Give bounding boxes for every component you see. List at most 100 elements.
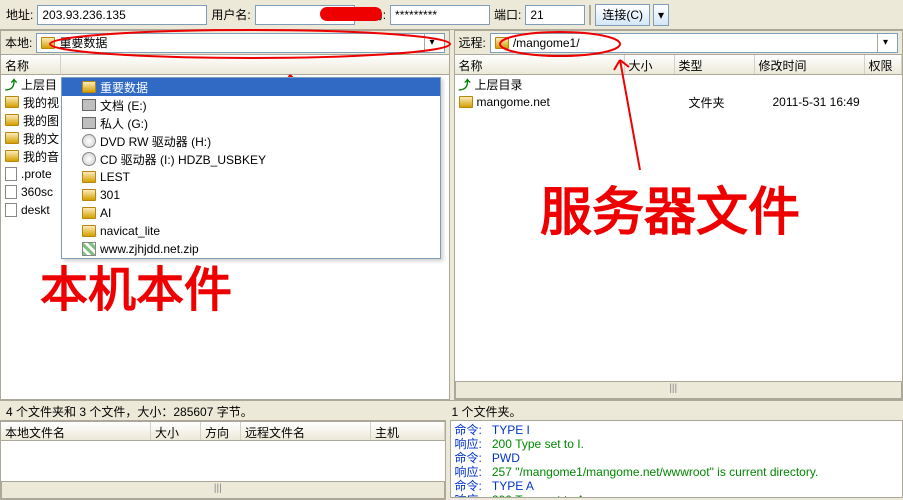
item-label: deskt: [21, 203, 50, 217]
queue-col-dir[interactable]: 方向: [201, 422, 241, 440]
remote-list[interactable]: ⤴ 上层目录 mangome.net 文件夹 2011-5-31 16:49: [455, 75, 903, 381]
remote-panel: 远程: /mangome1/ 名称 大小 类型 修改时间 权限 ⤴ 上层目录 m…: [454, 30, 903, 400]
file-icon: [5, 167, 17, 181]
queue-col-host[interactable]: 主机: [371, 422, 445, 440]
log-line: 响应: 200 Type set to A.: [455, 493, 899, 498]
local-path-dropdown[interactable]: 重要数据文档 (E:)私人 (G:)DVD RW 驱动器 (H:)CD 驱动器 …: [61, 77, 441, 259]
item-label: 文档 (E:): [100, 97, 147, 114]
toolbar-divider: [589, 5, 591, 25]
folder-icon: [495, 37, 509, 49]
dropdown-item[interactable]: LEST: [62, 168, 440, 186]
folder-icon: [82, 225, 96, 237]
local-list-header: 名称: [1, 55, 449, 75]
dropdown-item[interactable]: AI: [62, 204, 440, 222]
item-label: 301: [100, 188, 120, 202]
drive-icon: [82, 99, 96, 111]
folder-icon: [459, 96, 473, 108]
folder-icon: [82, 81, 96, 93]
folder-icon: [5, 132, 19, 144]
dropdown-item[interactable]: DVD RW 驱动器 (H:): [62, 132, 440, 150]
list-item[interactable]: mangome.net 文件夹 2011-5-31 16:49: [455, 93, 903, 111]
remote-list-header: 名称 大小 类型 修改时间 权限: [455, 55, 903, 75]
log-line: 响应: 257 "/mangome1/mangome.net/wwwroot" …: [455, 465, 899, 479]
transfer-queue: 本地文件名 大小 方向 远程文件名 主机: [0, 420, 446, 500]
dropdown-item[interactable]: CD 驱动器 (I:) HDZB_USBKEY: [62, 150, 440, 168]
folder-icon: [5, 114, 19, 126]
item-label: AI: [100, 206, 111, 220]
col-perm[interactable]: 权限: [865, 55, 903, 74]
status-bar: 4 个文件夹和 3 个文件，大小：285607 字节。 1 个文件夹。: [0, 400, 903, 420]
list-item[interactable]: ⤴ 上层目录: [455, 75, 903, 93]
dropdown-item[interactable]: www.zjhjdd.net.zip: [62, 240, 440, 258]
connection-toolbar: 地址: 用户名: 密码: 端口: 连接(C) ▾: [0, 0, 903, 30]
ftp-log[interactable]: 命令: TYPE I响应: 200 Type set to I.命令: PWD响…: [450, 420, 903, 498]
main-split: 本地: 重要数据 名称 ⤴上层目我的视我的图我的文我的音.prote360scd…: [0, 30, 903, 400]
dropdown-item[interactable]: navicat_lite: [62, 222, 440, 240]
remote-path-text: /mangome1/: [513, 36, 580, 50]
queue-body[interactable]: [1, 441, 445, 481]
item-label: LEST: [100, 170, 130, 184]
log-line: 命令: TYPE A: [455, 479, 899, 493]
dropdown-item[interactable]: 私人 (G:): [62, 114, 440, 132]
col-modified[interactable]: 修改时间: [755, 55, 865, 74]
log-line: 命令: PWD: [455, 451, 899, 465]
connect-button[interactable]: 连接(C): [595, 4, 650, 26]
remote-path-field[interactable]: /mangome1/: [490, 33, 898, 53]
folder-icon: [82, 189, 96, 201]
item-label: 我的音: [23, 148, 59, 165]
col-name[interactable]: 名称: [1, 55, 61, 74]
connect-dropdown-button[interactable]: ▾: [653, 4, 669, 26]
dropdown-item[interactable]: 301: [62, 186, 440, 204]
item-type: 文件夹: [689, 94, 769, 111]
queue-col-local[interactable]: 本地文件名: [1, 422, 151, 440]
col-size[interactable]: 大小: [625, 55, 675, 74]
item-label: .prote: [21, 167, 52, 181]
folder-icon: [5, 96, 19, 108]
log-line: 响应: 200 Type set to I.: [455, 437, 899, 451]
local-panel: 本地: 重要数据 名称 ⤴上层目我的视我的图我的文我的音 .prote 360sc d…: [0, 30, 450, 400]
port-input[interactable]: [525, 5, 585, 25]
folder-icon: [5, 150, 19, 162]
item-label: www.zjhjdd.net.zip: [100, 242, 199, 256]
local-path-dropdown-button[interactable]: [424, 34, 440, 52]
remote-path-dropdown-button[interactable]: [877, 34, 893, 52]
address-input[interactable]: [37, 5, 207, 25]
item-label: 上层目: [21, 76, 57, 93]
item-label: 上层目录: [475, 76, 629, 93]
queue-scrollbar[interactable]: [1, 481, 445, 499]
item-label: navicat_lite: [100, 224, 160, 238]
username-label: 用户名:: [211, 6, 250, 23]
queue-col-remote[interactable]: 远程文件名: [241, 422, 371, 440]
item-label: 360sc: [21, 185, 53, 199]
remote-label: 远程:: [459, 34, 486, 51]
up-icon: ⤴: [5, 76, 17, 93]
dropdown-item[interactable]: 重要数据: [62, 78, 440, 96]
remote-scrollbar[interactable]: [455, 381, 903, 399]
item-label: 我的图: [23, 112, 59, 129]
up-icon: ⤴: [459, 76, 471, 93]
dropdown-item[interactable]: 文档 (E:): [62, 96, 440, 114]
local-path-row: 本地: 重要数据: [1, 31, 449, 55]
drive-icon: [82, 117, 96, 129]
address-label: 地址:: [6, 6, 33, 23]
local-path-field[interactable]: 重要数据: [36, 33, 444, 53]
file-icon: [5, 203, 17, 217]
queue-col-size[interactable]: 大小: [151, 422, 201, 440]
file-icon: [5, 185, 17, 199]
queue-header: 本地文件名 大小 方向 远程文件名 主机: [1, 421, 445, 441]
item-label: CD 驱动器 (I:) HDZB_USBKEY: [100, 151, 266, 168]
zip-icon: [82, 242, 96, 256]
col-name[interactable]: 名称: [455, 55, 625, 74]
local-path-text: 重要数据: [59, 34, 107, 51]
log-line: 命令: TYPE I: [455, 423, 899, 437]
password-input[interactable]: [390, 5, 490, 25]
status-right: 1 个文件夹。: [452, 403, 898, 418]
port-label: 端口:: [494, 6, 521, 23]
item-label: 我的视: [23, 94, 59, 111]
remote-path-row: 远程: /mangome1/: [455, 31, 903, 55]
col-type[interactable]: 类型: [675, 55, 755, 74]
folder-icon: [82, 171, 96, 183]
cd-icon: [82, 134, 96, 148]
local-label: 本地:: [5, 34, 32, 51]
item-label: 我的文: [23, 130, 59, 147]
